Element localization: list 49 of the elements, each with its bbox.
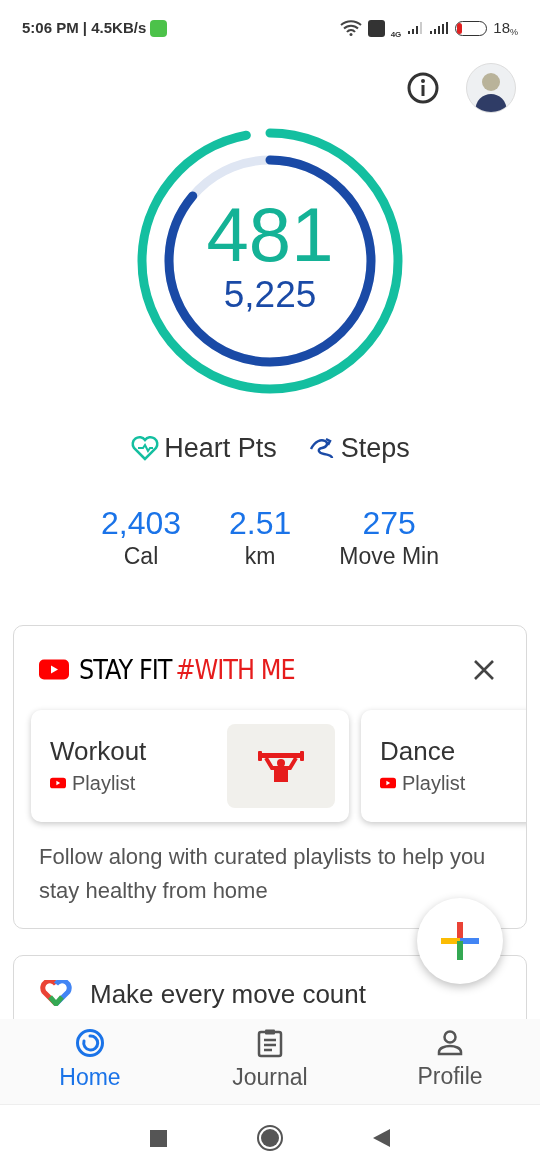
playlist-source: Playlist — [402, 770, 466, 796]
nav-tab[interactable]: Home — [0, 1019, 180, 1104]
stat-unit: Cal — [123, 541, 159, 571]
play-logo-icon — [39, 659, 69, 680]
stat-unit: Move Min — [339, 541, 440, 571]
playlist-source: Playlist — [72, 770, 136, 796]
playlist-card[interactable]: Workout Playlist — [31, 709, 349, 822]
status-time: 5:06 PM | 4.5KB/s — [22, 17, 147, 38]
wifi-icon — [339, 20, 362, 36]
play-logo-icon — [50, 776, 66, 789]
heart-logo-icon — [40, 979, 72, 1006]
add-button[interactable] — [417, 898, 503, 984]
volte-icon — [367, 19, 385, 37]
steps-value: 5,225 — [223, 273, 317, 317]
home-button[interactable] — [257, 1125, 283, 1151]
legend-label: Steps — [340, 432, 410, 465]
nav-tab[interactable]: Profile — [360, 1019, 540, 1104]
recents-button[interactable] — [150, 1129, 167, 1147]
play-logo-icon — [380, 776, 396, 789]
weightlifting-icon — [227, 723, 335, 808]
info-button[interactable] — [406, 71, 440, 105]
promo-description: Follow along with curated playlists to help you stay healthy from home — [38, 842, 487, 905]
percent-sign: % — [510, 26, 518, 39]
playlist-card[interactable]: Dance Playlist — [361, 709, 526, 822]
close-button[interactable] — [472, 657, 496, 682]
battery-percent: 18 — [493, 17, 510, 38]
logo-text: STAY FIT — [79, 653, 172, 687]
heart-points-value: 481 — [206, 197, 334, 273]
plus-icon — [441, 922, 479, 960]
heart-icon — [130, 435, 161, 462]
stat-value: 2.51 — [229, 504, 292, 541]
app-notification-icon — [150, 19, 168, 37]
stat-value: 2,403 — [100, 504, 182, 541]
logo-hashtag: #WITH ME — [175, 653, 295, 687]
clipboard-icon — [256, 1028, 284, 1059]
playlist-title: Dance — [380, 734, 457, 768]
network-type: 4G — [390, 30, 402, 39]
nav-tab[interactable]: Journal — [180, 1019, 360, 1104]
signal-icon — [407, 21, 424, 35]
back-button[interactable] — [373, 1129, 390, 1147]
card-title: Make every move count — [90, 979, 366, 1008]
stat-value: 275 — [362, 504, 416, 541]
stat-unit: km — [244, 541, 276, 571]
avatar-button[interactable] — [466, 63, 516, 113]
legend-label: Heart Pts — [164, 432, 277, 465]
home-icon — [75, 1028, 105, 1059]
playlist-title: Workout — [50, 734, 147, 768]
person-icon — [436, 1029, 464, 1058]
signal-icon — [429, 21, 450, 35]
